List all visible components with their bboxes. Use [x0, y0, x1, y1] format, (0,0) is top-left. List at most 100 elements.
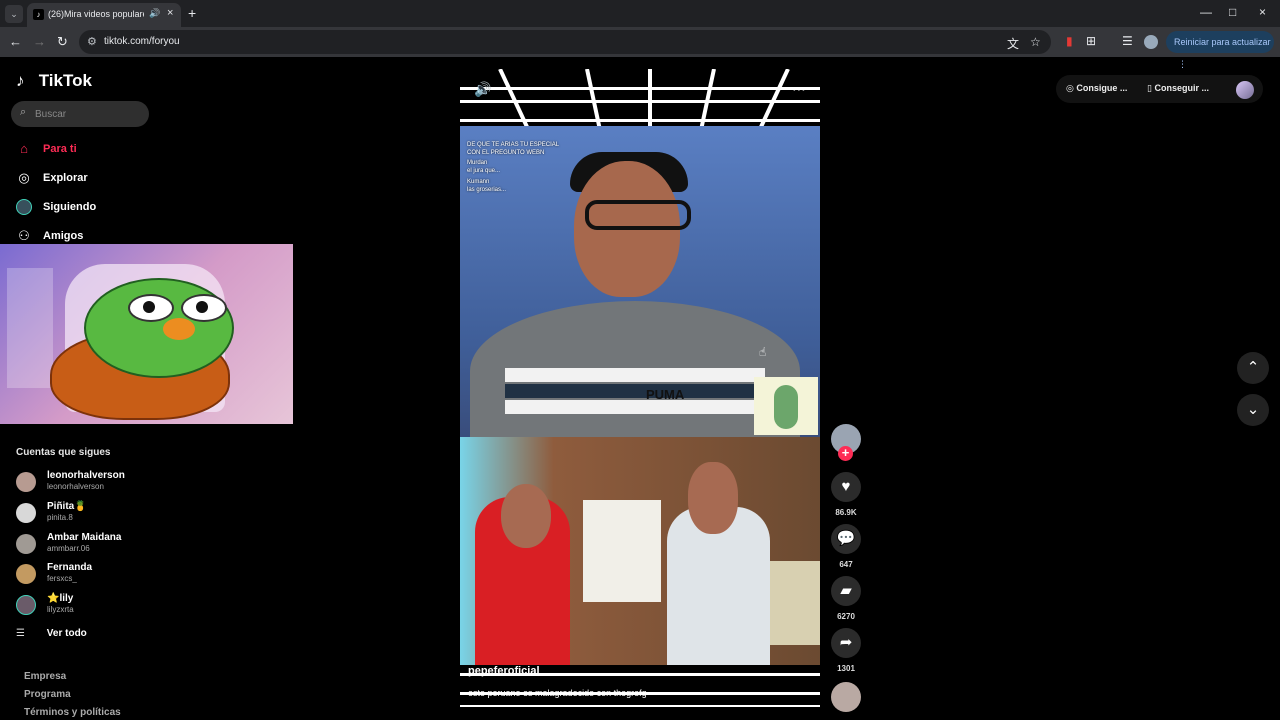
grid-slant: [648, 69, 652, 133]
glasses: [585, 200, 691, 230]
video-author[interactable]: pepeferoficial: [468, 665, 540, 677]
next-video-button[interactable]: ⌄: [1237, 394, 1269, 426]
footer-link-company[interactable]: Empresa: [24, 671, 66, 682]
saves-count: 6270: [837, 612, 855, 621]
account-ambar[interactable]: Ambar Maidana ammbarr.06: [16, 531, 166, 557]
video-scene-bottom: [460, 437, 820, 665]
avatar: [16, 595, 36, 615]
phone-icon: ▯: [1147, 83, 1152, 93]
restart-update-button[interactable]: Reiniciar para actualizar ⋮: [1166, 31, 1274, 69]
minimize-icon[interactable]: —: [1200, 5, 1212, 19]
heart-icon[interactable]: ♥: [831, 472, 861, 502]
browser-tab-tiktok[interactable]: ♪ (26)Mira videos populares 🔊 ×: [27, 3, 181, 27]
followed-accounts-title: Cuentas que sigues: [16, 447, 111, 458]
next-creator-avatar[interactable]: [831, 682, 861, 712]
video-scene-top: PUMA DE QUE TE ARIAS TU ESPECIAL CON EL …: [460, 126, 820, 437]
search-box[interactable]: ⌕: [11, 101, 149, 127]
account-pinita[interactable]: Piñita🍍 pinita.8: [16, 500, 166, 526]
compass-icon: ◎: [18, 170, 30, 185]
likes-count: 86.9K: [835, 508, 857, 517]
speaker-icon[interactable]: 🔊: [474, 81, 491, 98]
shirt-stripe-white: [505, 368, 765, 382]
get-app-button[interactable]: ▯ Conseguir ...: [1147, 83, 1209, 94]
account-fernanda[interactable]: Fernanda fersxcs_: [16, 561, 166, 587]
account-name: ⭐lily: [47, 593, 74, 604]
overlay-line: las groserias...: [467, 187, 507, 193]
avatar: [16, 564, 36, 584]
see-all-label: Ver todo: [46, 628, 87, 639]
account-lily[interactable]: ⭐lily lilyzxrta: [16, 592, 166, 618]
nav-explore-label: Explorar: [43, 172, 88, 184]
close-window-icon[interactable]: ×: [1259, 5, 1266, 19]
person-red-shirt-head: [501, 484, 551, 548]
avatar: [16, 503, 36, 523]
account-handle: fersxcs_: [47, 574, 77, 583]
overlay-line: CON EL PREGUNTO WEBN: [467, 150, 545, 156]
nav-following-label: Siguiendo: [43, 201, 97, 213]
video-top-graphic: 🔊 ⋯: [460, 69, 820, 133]
bookmark-star-icon[interactable]: ☆: [1030, 35, 1041, 49]
translate-icon[interactable]: 文: [1007, 35, 1019, 52]
back-icon[interactable]: ←: [9, 34, 22, 49]
grid-line: [460, 705, 820, 707]
nav-friends-label: Amigos: [43, 230, 84, 242]
shelf: [583, 500, 661, 602]
tiktok-logo[interactable]: ♪ TikTok: [16, 71, 92, 95]
get-coins-label: Consigue ...: [1076, 83, 1128, 93]
grid-line: [460, 87, 820, 90]
reload-icon[interactable]: ↻: [57, 34, 68, 50]
overlay-line: el jura que...: [467, 168, 501, 174]
see-all-button[interactable]: ☰ Ver todo: [16, 628, 87, 639]
nav-for-you-label: Para ti: [43, 143, 77, 155]
video-action-rail: + ♥ 86.9K 💬 647 ▰ 6270 ➦ 1301: [830, 424, 862, 720]
shirt-logo: PUMA: [646, 387, 685, 402]
previous-video-button[interactable]: ⌃: [1237, 352, 1269, 384]
account-handle: ammbarr.06: [47, 544, 90, 553]
account-name: Fernanda: [47, 562, 93, 573]
avatar: [16, 534, 36, 554]
person-white-shirt-head: [688, 462, 738, 534]
tab-title: (26)Mira videos populares: [48, 9, 144, 19]
footer-link-terms[interactable]: Términos y políticas: [24, 707, 121, 718]
sticker-figure: [774, 385, 798, 429]
new-tab-button[interactable]: +: [188, 5, 196, 21]
picture-in-picture-video[interactable]: [0, 244, 293, 424]
address-bar[interactable]: ⚙ tiktok.com/foryou 文 ☆: [79, 30, 1051, 54]
forward-icon[interactable]: →: [33, 34, 46, 49]
overlay-line: DE QUE TE ARIAS TU ESPECIAL: [467, 142, 560, 148]
follow-button[interactable]: +: [838, 446, 853, 461]
get-coins-button[interactable]: ◎ Consigue ...: [1066, 83, 1127, 94]
tab-search-icon[interactable]: ⌄: [5, 5, 23, 23]
pip-shelf: [7, 268, 53, 388]
speaker-icon[interactable]: 🔊: [149, 8, 160, 19]
account-handle: leonorhalverson: [47, 482, 104, 491]
overlay-line: Murdan: [467, 160, 488, 166]
url-text[interactable]: tiktok.com/foryou: [104, 36, 180, 47]
comment-icon[interactable]: 💬: [831, 524, 861, 554]
account-leonorhalverson[interactable]: leonorhalverson leonorhalverson: [16, 469, 166, 495]
browser-toolbar: ← → ↻ ⚙ tiktok.com/foryou 文 ☆ ▮ ⊞ ☰ Rein…: [0, 27, 1280, 69]
extensions-icon[interactable]: ⊞: [1086, 34, 1096, 48]
share-icon[interactable]: ➦: [831, 628, 861, 658]
footer-link-program[interactable]: Programa: [24, 689, 71, 700]
restart-update-label: Reiniciar para actualizar: [1174, 37, 1271, 47]
profile-avatar[interactable]: [1144, 35, 1158, 49]
browser-tab-bar: ⌄ ♪ (26)Mira videos populares 🔊 × + — □ …: [0, 0, 1280, 27]
bookmark-icon[interactable]: ▰: [831, 576, 861, 606]
frog-right-pupil: [196, 301, 208, 313]
list-icon: ☰: [16, 628, 25, 639]
search-input[interactable]: [35, 101, 143, 127]
media-control-icon[interactable]: ☰: [1122, 34, 1133, 48]
friends-icon: ⚇: [18, 228, 30, 243]
more-horizontal-icon[interactable]: ⋯: [792, 81, 806, 98]
extension-icon[interactable]: ▮: [1066, 34, 1073, 48]
restore-icon[interactable]: □: [1229, 5, 1236, 19]
main-video[interactable]: 🔊 ⋯ PUMA DE QUE TE ARIAS TU ESPECIAL CON…: [460, 69, 820, 707]
shares-count: 1301: [837, 664, 855, 673]
user-avatar[interactable]: [1236, 81, 1254, 99]
search-icon: ⌕: [20, 106, 27, 118]
site-info-icon[interactable]: ⚙: [87, 35, 97, 48]
account-name: Ambar Maidana: [47, 532, 122, 543]
close-tab-icon[interactable]: ×: [167, 7, 173, 19]
account-name: leonorhalverson: [47, 470, 125, 481]
